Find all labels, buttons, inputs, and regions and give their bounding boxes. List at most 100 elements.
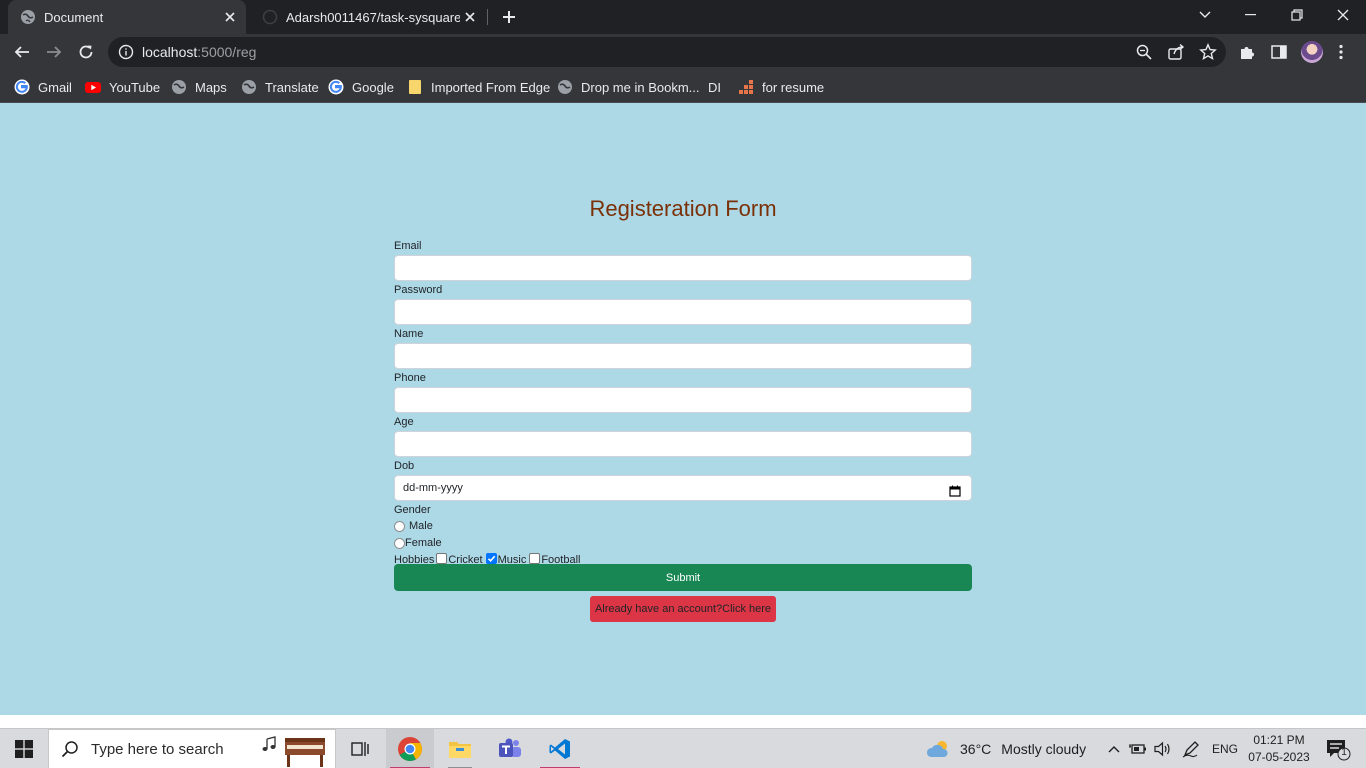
tab-document[interactable]: Document: [8, 0, 246, 34]
globe-icon: [171, 79, 187, 95]
language-indicator[interactable]: ENG: [1212, 729, 1238, 768]
bookmark-label: Gmail: [38, 79, 72, 95]
bookmark-maps[interactable]: Maps: [171, 77, 227, 97]
dob-label: Dob: [394, 460, 415, 472]
battery-button[interactable]: [1128, 729, 1148, 768]
taskbar-teams[interactable]: [486, 729, 534, 768]
url-text: localhost:5000/reg: [142, 44, 256, 60]
folder-icon: [407, 79, 423, 95]
age-field[interactable]: [394, 431, 972, 457]
bookmark-translate[interactable]: Translate: [241, 77, 319, 97]
vscode-icon: [549, 739, 570, 759]
taskbar-vscode[interactable]: [536, 729, 584, 768]
phone-field[interactable]: [394, 387, 972, 413]
bookmark-label: Translate: [265, 79, 319, 95]
restore-button[interactable]: [1274, 0, 1320, 30]
bookmark-label: Maps: [195, 79, 227, 95]
name-field[interactable]: [394, 343, 972, 369]
login-link-button[interactable]: Already have an account?Click here: [590, 596, 776, 622]
bookmark-label: DI: [708, 79, 721, 95]
page-viewport: Registeration Form Email Password Name P…: [0, 103, 1366, 715]
password-field[interactable]: [394, 299, 972, 325]
tab-title: Adarsh0011467/task-sysquare: [286, 9, 460, 25]
github-icon: [262, 9, 278, 25]
music-checkbox[interactable]: [485, 553, 497, 564]
search-placeholder: Type here to search: [91, 740, 224, 758]
calendar-icon[interactable]: [949, 482, 961, 497]
taskbar-file-explorer[interactable]: [436, 729, 484, 768]
bookmark-imported-from-edge[interactable]: Imported From Edge: [407, 77, 550, 97]
bookmark-star-icon[interactable]: [1199, 43, 1217, 61]
bookmark-label: Imported From Edge: [431, 79, 551, 95]
menu-kebab-icon[interactable]: [1332, 43, 1350, 61]
weather-temp: 36°C: [960, 741, 992, 757]
phone-label: Phone: [394, 372, 426, 384]
female-label: Female: [405, 537, 442, 549]
male-label: Male: [409, 520, 433, 532]
bookmark-di[interactable]: DI: [708, 77, 721, 97]
forward-button[interactable]: [40, 38, 68, 66]
pen-icon: [1182, 741, 1199, 758]
submit-button[interactable]: Submit: [394, 564, 972, 591]
pen-workspace-button[interactable]: [1180, 729, 1202, 768]
zoom-icon[interactable]: [1135, 43, 1153, 61]
back-button[interactable]: [8, 38, 36, 66]
google-icon: [328, 79, 344, 95]
new-tab-button[interactable]: [498, 6, 520, 28]
bookmark-drop-me[interactable]: Drop me in Bookm...: [557, 77, 700, 97]
taskbar-search-box[interactable]: Type here to search: [48, 729, 336, 768]
dob-field[interactable]: dd-mm-yyyy: [394, 475, 972, 501]
bookmark-youtube[interactable]: YouTube: [85, 77, 160, 97]
close-tab-icon[interactable]: [220, 7, 240, 27]
teams-icon: [499, 738, 521, 757]
age-label: Age: [394, 416, 414, 428]
email-field[interactable]: [394, 255, 972, 281]
side-panel-icon[interactable]: [1270, 43, 1288, 61]
minimize-button[interactable]: [1228, 0, 1274, 30]
start-button[interactable]: [0, 729, 48, 768]
close-tab-icon[interactable]: [460, 7, 480, 27]
google-icon: [14, 79, 30, 95]
male-radio[interactable]: [394, 521, 405, 532]
show-hidden-icons-button[interactable]: [1104, 729, 1124, 768]
weather-widget[interactable]: 36°C Mostly cloudy: [926, 729, 1086, 768]
notifications-button[interactable]: 1: [1318, 729, 1358, 768]
address-bar[interactable]: localhost:5000/reg: [108, 37, 1226, 67]
cloudy-weather-icon: [926, 741, 948, 757]
globe-icon: [20, 9, 36, 25]
task-view-icon: [351, 742, 369, 756]
bookmark-gmail[interactable]: Gmail: [14, 77, 72, 97]
gender-option-male[interactable]: Male: [394, 518, 972, 535]
share-icon[interactable]: [1167, 43, 1185, 61]
football-checkbox[interactable]: [529, 553, 541, 564]
taskbar-clock[interactable]: 01:21 PM 07-05-2023: [1244, 732, 1314, 766]
url-path: :5000/reg: [197, 44, 257, 60]
taskbar-chrome[interactable]: [386, 729, 434, 768]
dob-placeholder: dd-mm-yyyy: [403, 482, 463, 494]
globe-icon: [241, 79, 257, 95]
bookmark-for-resume[interactable]: for resume: [738, 77, 824, 97]
info-icon[interactable]: [118, 44, 134, 60]
female-radio[interactable]: [394, 538, 405, 549]
folder-icon: [449, 742, 471, 758]
gender-option-female[interactable]: Female: [394, 535, 972, 552]
extensions-icon[interactable]: [1238, 43, 1256, 61]
speaker-icon: [1154, 741, 1170, 757]
cricket-checkbox[interactable]: [436, 553, 448, 564]
chevron-up-icon: [1108, 746, 1120, 753]
notification-count: 1: [1341, 747, 1347, 758]
windows-icon: [15, 740, 33, 758]
profile-avatar[interactable]: [1301, 41, 1323, 63]
password-label: Password: [394, 284, 443, 296]
bookmark-google[interactable]: Google: [328, 77, 394, 97]
task-view-button[interactable]: [336, 729, 384, 768]
tab-github[interactable]: Adarsh0011467/task-sysquare: [250, 0, 486, 34]
close-window-button[interactable]: [1320, 0, 1366, 30]
gender-label: Gender: [394, 504, 431, 516]
piano-illustration-icon: [262, 736, 325, 767]
volume-button[interactable]: [1152, 729, 1174, 768]
reload-button[interactable]: [72, 38, 100, 66]
name-label: Name: [394, 328, 424, 340]
tab-search-button[interactable]: [1182, 0, 1228, 30]
bookmark-label: Google: [352, 79, 394, 95]
